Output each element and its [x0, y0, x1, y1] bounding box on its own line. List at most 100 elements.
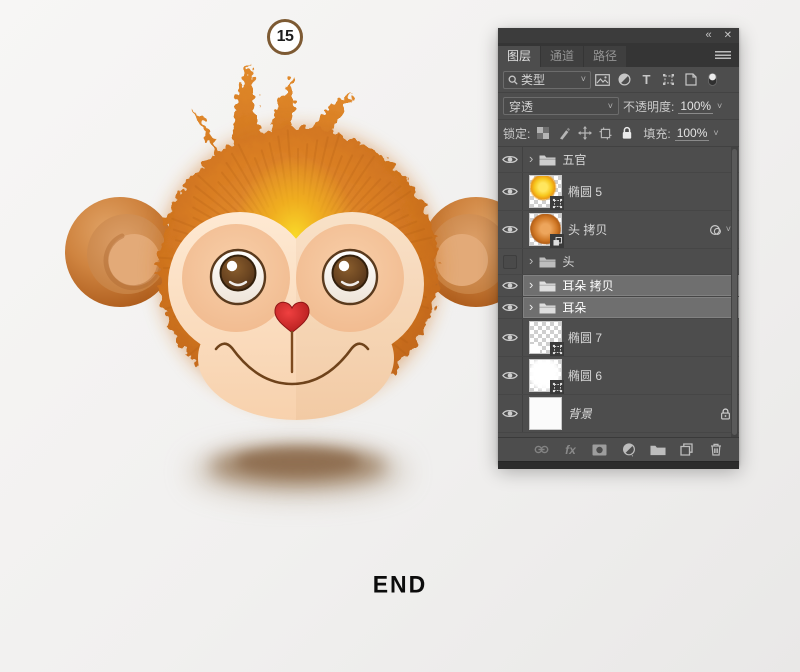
hidden-eye-well: [503, 254, 517, 269]
layer-name: 椭圆 6: [568, 369, 603, 383]
fill-value[interactable]: 100%: [674, 126, 710, 141]
new-group-icon[interactable]: [649, 442, 666, 458]
shape-layer-badge-icon: [550, 342, 564, 356]
tab-layers[interactable]: 图层: [498, 46, 541, 67]
layer-row-head-copy[interactable]: 头 拷贝 ˅: [498, 211, 739, 249]
group-disclosure-icon[interactable]: ›: [529, 152, 533, 165]
blend-mode-row: 穿透 ˅ 不透明度: 100% ˅: [498, 93, 739, 120]
layer-thumbnail[interactable]: [529, 321, 564, 356]
link-layers-icon[interactable]: [533, 442, 550, 458]
visibility-toggle[interactable]: [498, 211, 523, 248]
blend-mode-dropdown[interactable]: 穿透 ˅: [503, 97, 619, 115]
layer-name: 头: [562, 255, 575, 269]
filter-kind-value: 类型: [521, 73, 546, 87]
eye-icon: [502, 155, 518, 164]
step-number-badge: 15: [267, 19, 303, 55]
visibility-toggle[interactable]: [498, 147, 523, 172]
opacity-value[interactable]: 100%: [678, 99, 714, 114]
step-number: 15: [276, 28, 294, 45]
new-adjustment-layer-icon[interactable]: [620, 442, 637, 458]
eye-icon: [502, 333, 518, 342]
layer-row-ear-copy[interactable]: › 耳朵 拷贝: [498, 275, 739, 297]
filter-type-layers-icon[interactable]: T: [636, 70, 657, 89]
left-eye: [209, 248, 267, 306]
chevron-down-icon: ˅: [580, 74, 586, 84]
layer-thumbnail[interactable]: [529, 359, 564, 394]
folder-icon: [539, 155, 556, 165]
layer-row-ellipse7[interactable]: 椭圆 7: [498, 319, 739, 357]
lock-position-icon[interactable]: [576, 125, 593, 141]
collapse-panel-icon[interactable]: «: [705, 30, 711, 41]
layer-row-ellipse5[interactable]: 椭圆 5: [498, 173, 739, 211]
group-disclosure-icon[interactable]: ›: [529, 254, 533, 267]
layer-name: 耳朵: [562, 301, 587, 315]
layer-filter-row: 类型 ˅ T: [498, 67, 739, 93]
eye-icon: [502, 303, 518, 312]
filter-adjustment-layers-icon[interactable]: [614, 70, 635, 89]
panel-bottom-strip: [498, 461, 739, 469]
visibility-toggle[interactable]: [498, 297, 523, 318]
monkey-shadow: [190, 446, 406, 497]
layer-thumbnail[interactable]: [529, 175, 564, 210]
layer-style-fx-icon[interactable]: fx: [562, 442, 579, 458]
monkey-illustration: [65, 64, 531, 497]
layer-row-background[interactable]: 背景: [498, 395, 739, 433]
fill-chevron-icon[interactable]: ˅: [713, 128, 718, 138]
tab-channels[interactable]: 通道: [541, 46, 584, 67]
lock-label: 锁定:: [503, 126, 531, 141]
new-layer-icon[interactable]: [678, 442, 695, 458]
visibility-toggle[interactable]: [498, 173, 523, 210]
layer-name: 耳朵 拷贝: [562, 279, 614, 293]
fill-label: 填充:: [643, 126, 671, 141]
layer-list: › 五官 椭圆 5 头 拷贝 ˅ › 头 › 耳朵 拷贝 › 耳朵 椭圆 7 椭…: [498, 147, 739, 437]
opacity-chevron-icon[interactable]: ˅: [717, 101, 722, 111]
smart-filter-indicator[interactable]: ˅: [709, 224, 731, 236]
layer-row-ellipse6[interactable]: 椭圆 6: [498, 357, 739, 395]
filter-shape-layers-icon[interactable]: [658, 70, 679, 89]
panel-bottom-toolbar: fx: [498, 437, 739, 461]
layer-name: 五官: [562, 153, 587, 167]
smart-filter-icon: [709, 224, 721, 235]
layer-row-head[interactable]: › 头: [498, 249, 739, 275]
folder-icon: [539, 257, 556, 267]
filter-kind-dropdown[interactable]: 类型 ˅: [503, 70, 591, 89]
visibility-toggle[interactable]: [498, 357, 523, 394]
filter-smart-objects-icon[interactable]: [680, 70, 701, 89]
panel-titlebar: « ✕: [498, 28, 739, 43]
close-panel-icon[interactable]: ✕: [724, 30, 732, 41]
layer-name: 椭圆 5: [568, 185, 603, 199]
tab-paths[interactable]: 路径: [584, 46, 627, 67]
smart-object-badge-icon: [550, 234, 564, 248]
layer-thumbnail[interactable]: [529, 397, 562, 430]
filter-toggle-switch-icon[interactable]: [702, 70, 723, 89]
group-disclosure-icon[interactable]: ›: [529, 278, 533, 291]
eye-icon: [502, 281, 518, 290]
eye-icon: [502, 409, 518, 418]
layer-list-scrollbar[interactable]: [731, 147, 738, 437]
delete-layer-icon[interactable]: [707, 442, 724, 458]
visibility-toggle[interactable]: [498, 275, 523, 296]
visibility-toggle[interactable]: [498, 319, 523, 356]
lock-all-icon[interactable]: [618, 125, 635, 141]
lock-icon: [721, 407, 730, 420]
group-disclosure-icon[interactable]: ›: [529, 300, 533, 313]
panel-menu-icon[interactable]: [715, 51, 731, 61]
folder-icon: [539, 281, 556, 291]
lock-transparent-pixels-icon[interactable]: [534, 125, 551, 141]
search-icon: [508, 75, 518, 85]
lock-image-pixels-icon[interactable]: [555, 125, 572, 141]
filter-pixel-layers-icon[interactable]: [592, 70, 613, 89]
layer-row-ear[interactable]: › 耳朵: [498, 297, 739, 319]
visibility-toggle[interactable]: [498, 249, 523, 274]
layer-thumbnail[interactable]: [529, 213, 564, 248]
add-layer-mask-icon[interactable]: [591, 442, 608, 458]
blend-mode-value: 穿透: [509, 99, 534, 114]
folder-icon: [539, 303, 556, 313]
eye-icon: [502, 187, 518, 196]
visibility-toggle[interactable]: [498, 395, 523, 432]
layer-row-wuguan[interactable]: › 五官: [498, 147, 739, 173]
scrollbar-thumb[interactable]: [732, 149, 737, 435]
chevron-down-icon: ˅: [607, 100, 613, 111]
lock-artboard-icon[interactable]: [597, 125, 614, 141]
panel-tabs: 图层 通道 路径: [498, 43, 739, 67]
